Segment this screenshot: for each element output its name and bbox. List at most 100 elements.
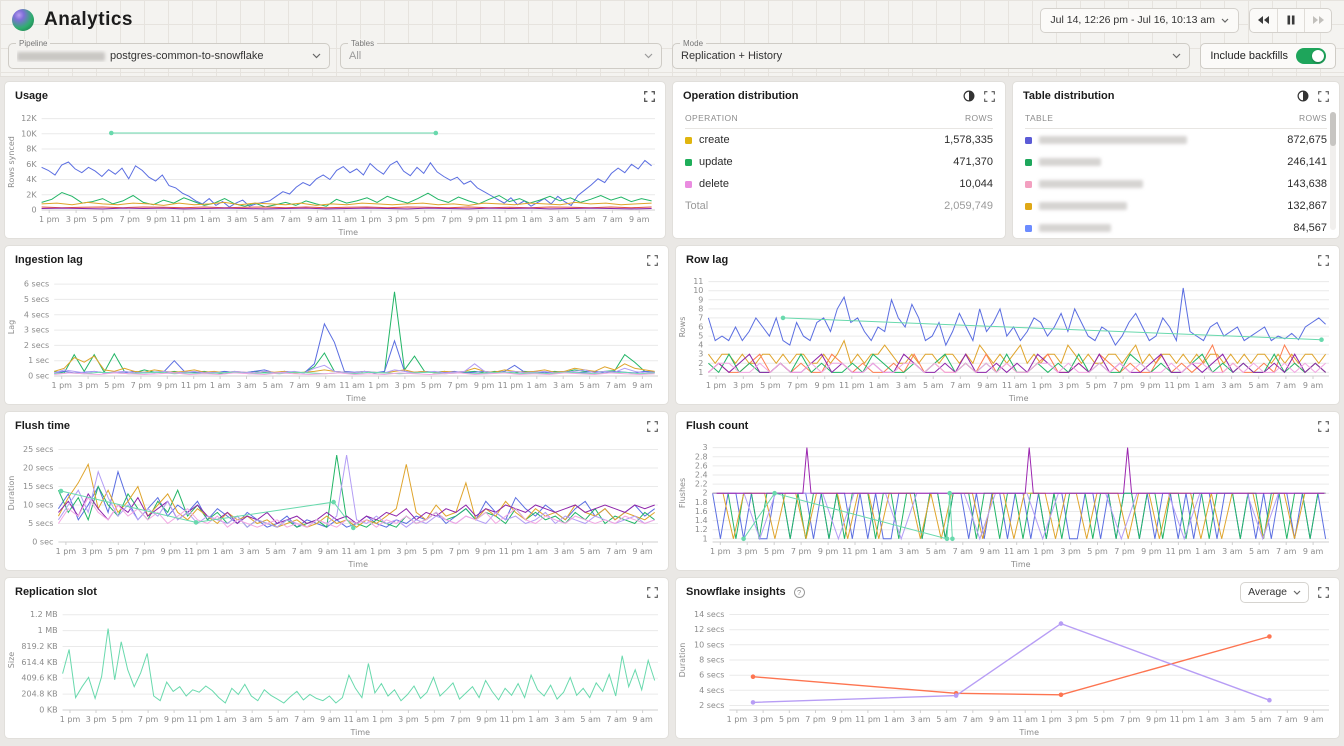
svg-text:7 am: 7 am	[1276, 547, 1297, 556]
svg-text:9 pm: 9 pm	[1140, 381, 1161, 390]
svg-text:1 pm: 1 pm	[710, 547, 731, 556]
svg-text:9 am: 9 am	[307, 215, 328, 224]
svg-text:5 secs: 5 secs	[24, 295, 49, 304]
mode-select[interactable]: Mode Replication + History	[672, 43, 1190, 69]
svg-text:10: 10	[693, 286, 703, 295]
svg-text:1 pm: 1 pm	[368, 381, 389, 390]
table-row[interactable]: update471,370	[685, 151, 993, 173]
pipeline-select[interactable]: Pipeline postgres-common-to-snowflake	[8, 43, 330, 69]
svg-text:11 am: 11 am	[344, 715, 370, 724]
svg-text:Duration: Duration	[7, 476, 16, 511]
svg-text:1 am: 1 am	[200, 215, 221, 224]
svg-text:1 pm: 1 pm	[1033, 547, 1054, 556]
svg-text:7 pm: 7 pm	[119, 215, 140, 224]
scrollbar-thumb[interactable]	[1330, 112, 1336, 146]
table-row[interactable]: 246,141	[1025, 151, 1327, 173]
table-row[interactable]: delete10,044	[685, 173, 993, 195]
expand-button[interactable]	[647, 421, 658, 432]
svg-text:12K: 12K	[21, 114, 37, 123]
expand-button[interactable]	[984, 91, 995, 102]
expand-button[interactable]	[1318, 91, 1329, 102]
svg-text:Flushes: Flushes	[678, 478, 687, 508]
svg-text:1 am: 1 am	[522, 215, 543, 224]
blurred-text	[1039, 224, 1111, 232]
table-row[interactable]: create1,578,335	[685, 129, 993, 151]
panel-title: Flush time	[15, 420, 70, 432]
svg-text:4 secs: 4 secs	[24, 310, 49, 319]
svg-text:20 secs: 20 secs	[23, 464, 53, 473]
svg-text:3 pm: 3 pm	[1067, 715, 1088, 724]
svg-text:1 sec: 1 sec	[28, 356, 49, 365]
svg-text:11 pm: 11 pm	[498, 381, 524, 390]
snowflake-insights-chart: 2 secs4 secs6 secs8 secs10 secs12 secs14…	[676, 604, 1339, 738]
svg-text:9 pm: 9 pm	[468, 215, 489, 224]
svg-text:7 am: 7 am	[1276, 381, 1297, 390]
help-icon[interactable]: ?	[794, 587, 805, 598]
svg-text:5 am: 5 am	[580, 547, 601, 556]
table-distribution-scrollbar[interactable]	[1330, 112, 1336, 230]
svg-text:11 am: 11 am	[339, 381, 365, 390]
expand-icon	[647, 421, 658, 432]
svg-text:1 pm: 1 pm	[727, 715, 748, 724]
svg-text:1 am: 1 am	[1199, 715, 1220, 724]
svg-text:1 am: 1 am	[216, 715, 237, 724]
expand-button[interactable]	[1318, 587, 1329, 598]
replication-slot-chart: 0 KB204.8 KB409.6 KB614.4 KB819.2 KB1 MB…	[5, 604, 668, 738]
tables-select[interactable]: Tables All	[340, 43, 662, 69]
svg-text:5 am: 5 am	[923, 381, 944, 390]
svg-text:11 pm: 11 pm	[171, 215, 197, 224]
expand-button[interactable]	[647, 255, 658, 266]
svg-text:5 pm: 5 pm	[779, 715, 800, 724]
table-row[interactable]: 872,675	[1025, 129, 1327, 151]
blurred-text	[17, 52, 105, 61]
expand-button[interactable]	[1318, 255, 1329, 266]
date-range-picker[interactable]: Jul 14, 12:26 pm - Jul 16, 10:13 am	[1040, 8, 1239, 33]
aggregation-select[interactable]: Average	[1240, 582, 1309, 603]
svg-text:Time: Time	[1008, 394, 1029, 403]
svg-text:Time: Time	[347, 560, 368, 569]
chevron-down-icon	[1172, 53, 1181, 59]
svg-text:7 am: 7 am	[963, 715, 984, 724]
svg-text:7 pm: 7 pm	[134, 547, 155, 556]
svg-text:9 pm: 9 pm	[164, 715, 185, 724]
svg-text:1 pm: 1 pm	[372, 715, 393, 724]
svg-text:3 am: 3 am	[896, 381, 917, 390]
svg-text:3 am: 3 am	[239, 547, 260, 556]
svg-text:1 pm: 1 pm	[56, 547, 77, 556]
rewind-button[interactable]	[1250, 9, 1277, 32]
svg-text:5 am: 5 am	[254, 215, 275, 224]
svg-text:3 pm: 3 pm	[1059, 381, 1080, 390]
svg-text:7 pm: 7 pm	[131, 381, 152, 390]
table-column-headers: TABLEROWS	[1025, 108, 1327, 129]
pie-chart-toggle-button[interactable]	[1297, 90, 1309, 102]
svg-text:3 secs: 3 secs	[24, 326, 49, 335]
pie-chart-toggle-button[interactable]	[963, 90, 975, 102]
panel-table-distribution: Table distribution TABLEROWS872,675246,1…	[1012, 81, 1340, 239]
expand-button[interactable]	[1318, 421, 1329, 432]
svg-text:0 sec: 0 sec	[32, 538, 53, 547]
svg-text:1 am: 1 am	[1195, 547, 1216, 556]
svg-text:1.8: 1.8	[695, 498, 708, 507]
expand-button[interactable]	[647, 587, 658, 598]
svg-text:5 am: 5 am	[268, 715, 289, 724]
fast-forward-button[interactable]	[1304, 9, 1331, 32]
svg-text:Duration: Duration	[678, 643, 687, 678]
expand-icon	[647, 587, 658, 598]
svg-text:1 am: 1 am	[527, 381, 548, 390]
svg-text:Rows synced: Rows synced	[7, 136, 16, 188]
include-backfills-toggle[interactable]	[1296, 48, 1326, 64]
table-row[interactable]: 143,638	[1025, 173, 1327, 195]
pause-button[interactable]	[1277, 9, 1304, 32]
svg-text:9 am: 9 am	[632, 547, 653, 556]
expand-button[interactable]	[644, 91, 655, 102]
svg-text:3 pm: 3 pm	[86, 715, 107, 724]
table-row[interactable]: 132,867	[1025, 195, 1327, 217]
table-distribution-table: TABLEROWS872,675246,141143,638132,86784,…	[1013, 108, 1339, 238]
table-row[interactable]: 84,567	[1025, 217, 1327, 238]
svg-text:Rows: Rows	[678, 317, 687, 338]
svg-text:9 am: 9 am	[632, 715, 653, 724]
svg-text:9: 9	[698, 295, 703, 304]
svg-text:5 pm: 5 pm	[423, 547, 444, 556]
svg-text:11 pm: 11 pm	[1170, 715, 1196, 724]
svg-text:10K: 10K	[21, 129, 37, 138]
